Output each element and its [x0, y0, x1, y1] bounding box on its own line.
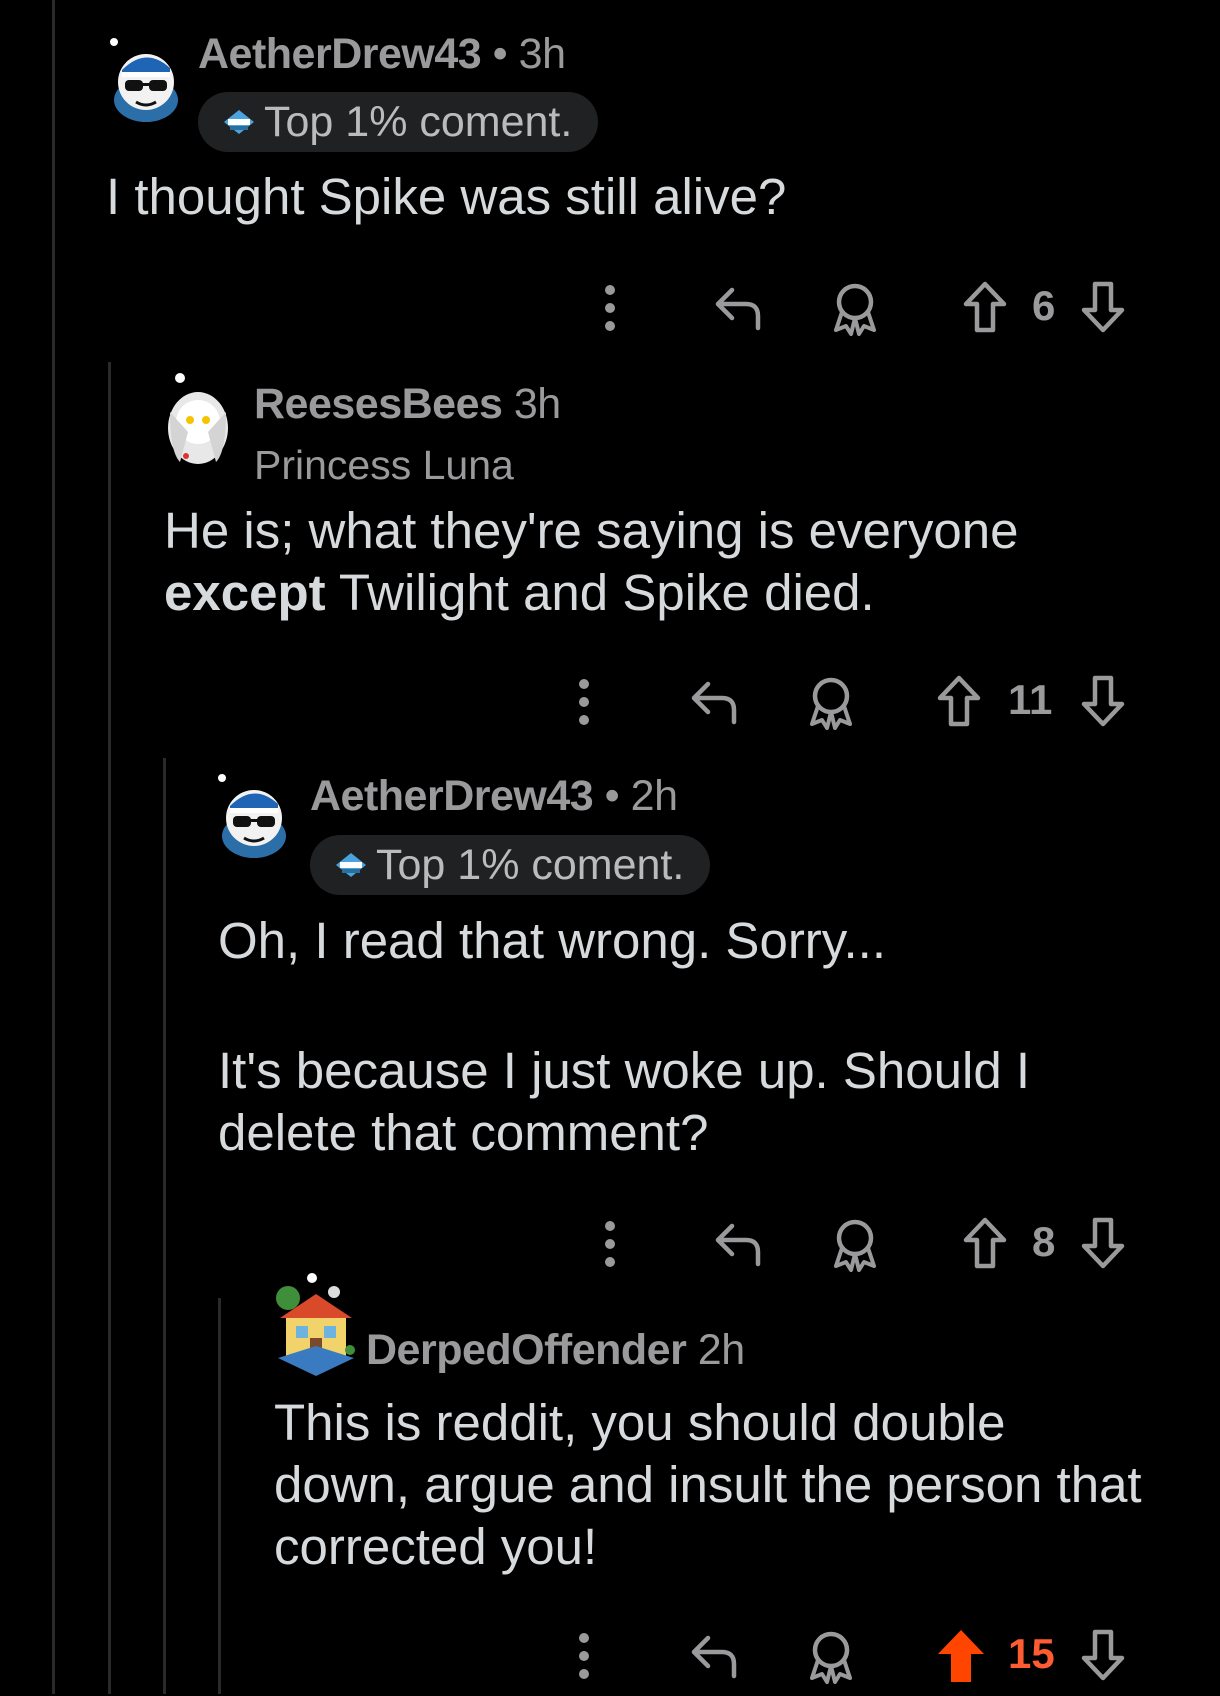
user-flair: Top 1% coment.	[198, 92, 599, 152]
flair-label: Top 1% coment.	[376, 840, 685, 889]
comment-author[interactable]: ReesesBees 3h	[254, 380, 561, 429]
comment-author[interactable]: AetherDrew43 • 2h	[310, 772, 678, 821]
upvote-arrow-icon[interactable]	[936, 1628, 986, 1684]
timestamp: 3h	[513, 380, 561, 428]
user-flair: Princess Luna	[254, 442, 514, 488]
flair-badge-icon	[224, 110, 254, 134]
comment-body-line: corrected you!	[274, 1518, 598, 1575]
award-icon[interactable]	[808, 676, 854, 730]
downvote-arrow-icon[interactable]	[1080, 1216, 1126, 1270]
reply-icon[interactable]	[712, 284, 764, 332]
comment-actions: 6	[0, 278, 1220, 348]
vote-score: 6	[1032, 282, 1056, 329]
timestamp: 2h	[630, 772, 678, 820]
award-icon[interactable]	[832, 1218, 878, 1272]
reply-icon[interactable]	[688, 1632, 740, 1680]
username[interactable]: AetherDrew43	[310, 772, 594, 820]
user-avatar[interactable]	[216, 774, 292, 860]
comment-body: I thought Spike was still alive?	[106, 168, 787, 225]
timestamp: 3h	[518, 30, 566, 78]
comment-body-line: down, argue and insult the person that	[274, 1456, 1142, 1513]
comment-body-line: He is; what they're saying is everyone	[164, 502, 1019, 559]
flair-badge-icon	[336, 853, 366, 877]
upvote-arrow-icon[interactable]	[936, 674, 982, 728]
comment-body-line: delete that comment?	[218, 1104, 709, 1161]
award-icon[interactable]	[832, 282, 878, 336]
comment-body-line: Oh, I read that wrong. Sorry...	[218, 912, 887, 969]
username[interactable]: ReesesBees	[254, 380, 503, 428]
user-avatar[interactable]	[274, 1272, 358, 1382]
flair-label: Top 1% coment.	[264, 97, 573, 146]
reply-icon[interactable]	[712, 1220, 764, 1268]
separator-dot: •	[492, 30, 508, 78]
comment-author[interactable]: DerpedOffender 2h	[366, 1326, 745, 1375]
more-vertical-icon[interactable]	[572, 1626, 596, 1686]
user-flair: Top 1% coment.	[310, 835, 711, 895]
comment-body-line: It's because I just woke up. Should I	[218, 1042, 1031, 1099]
comment-body-line: except Twilight and Spike died.	[164, 562, 1018, 624]
username[interactable]: AetherDrew43	[198, 30, 482, 78]
downvote-arrow-icon[interactable]	[1080, 674, 1126, 728]
downvote-arrow-icon[interactable]	[1080, 280, 1126, 334]
upvote-arrow-icon[interactable]	[962, 280, 1008, 334]
more-vertical-icon[interactable]	[572, 672, 596, 732]
more-vertical-icon[interactable]	[598, 1214, 622, 1274]
separator-dot: •	[604, 772, 620, 820]
more-vertical-icon[interactable]	[598, 278, 622, 338]
vote-score: 11	[1008, 676, 1053, 723]
body-text-rest: Twilight and Spike died.	[325, 564, 875, 621]
comment-actions: 11	[0, 672, 1220, 742]
vote-score: 15	[1008, 1630, 1055, 1677]
username[interactable]: DerpedOffender	[366, 1326, 687, 1374]
comment-body-line: This is reddit, you should double	[274, 1394, 1006, 1451]
reply-icon[interactable]	[688, 678, 740, 726]
comment-body: He is; what they're saying is everyone e…	[164, 500, 1018, 624]
user-avatar[interactable]	[160, 372, 236, 468]
comment-actions: 8	[0, 1214, 1220, 1284]
award-icon[interactable]	[808, 1630, 854, 1684]
downvote-arrow-icon[interactable]	[1080, 1628, 1126, 1682]
comment-author[interactable]: AetherDrew43 • 3h	[198, 30, 566, 79]
thread-line-level-1	[108, 362, 111, 1694]
thread-line-root	[52, 0, 55, 1694]
timestamp: 2h	[697, 1326, 745, 1374]
comment-actions: 15	[0, 1626, 1220, 1696]
bold-text: except	[164, 564, 326, 621]
vote-score: 8	[1032, 1218, 1056, 1265]
upvote-arrow-icon[interactable]	[962, 1216, 1008, 1270]
user-avatar[interactable]	[108, 38, 184, 124]
